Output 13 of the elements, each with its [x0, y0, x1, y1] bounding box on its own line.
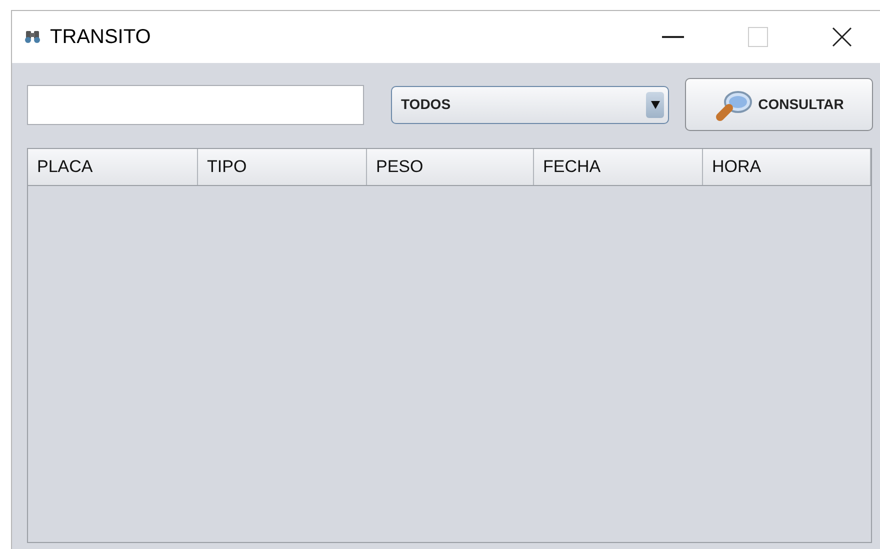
- close-icon[interactable]: [832, 27, 852, 47]
- filter-dropdown[interactable]: TODOS: [391, 86, 669, 124]
- binoculars-icon: [24, 30, 42, 44]
- maximize-icon: [748, 27, 768, 47]
- column-header[interactable]: FECHA: [534, 149, 703, 185]
- consult-button[interactable]: CONSULTAR: [685, 78, 873, 131]
- window-title: TRANSITO: [50, 25, 151, 50]
- column-header[interactable]: TIPO: [198, 149, 367, 185]
- column-header[interactable]: PLACA: [28, 149, 198, 185]
- column-header[interactable]: HORA: [703, 149, 871, 185]
- text-field[interactable]: [27, 84, 364, 124]
- dropdown-arrow-icon: [650, 100, 660, 108]
- column-header[interactable]: PESO: [367, 149, 534, 185]
